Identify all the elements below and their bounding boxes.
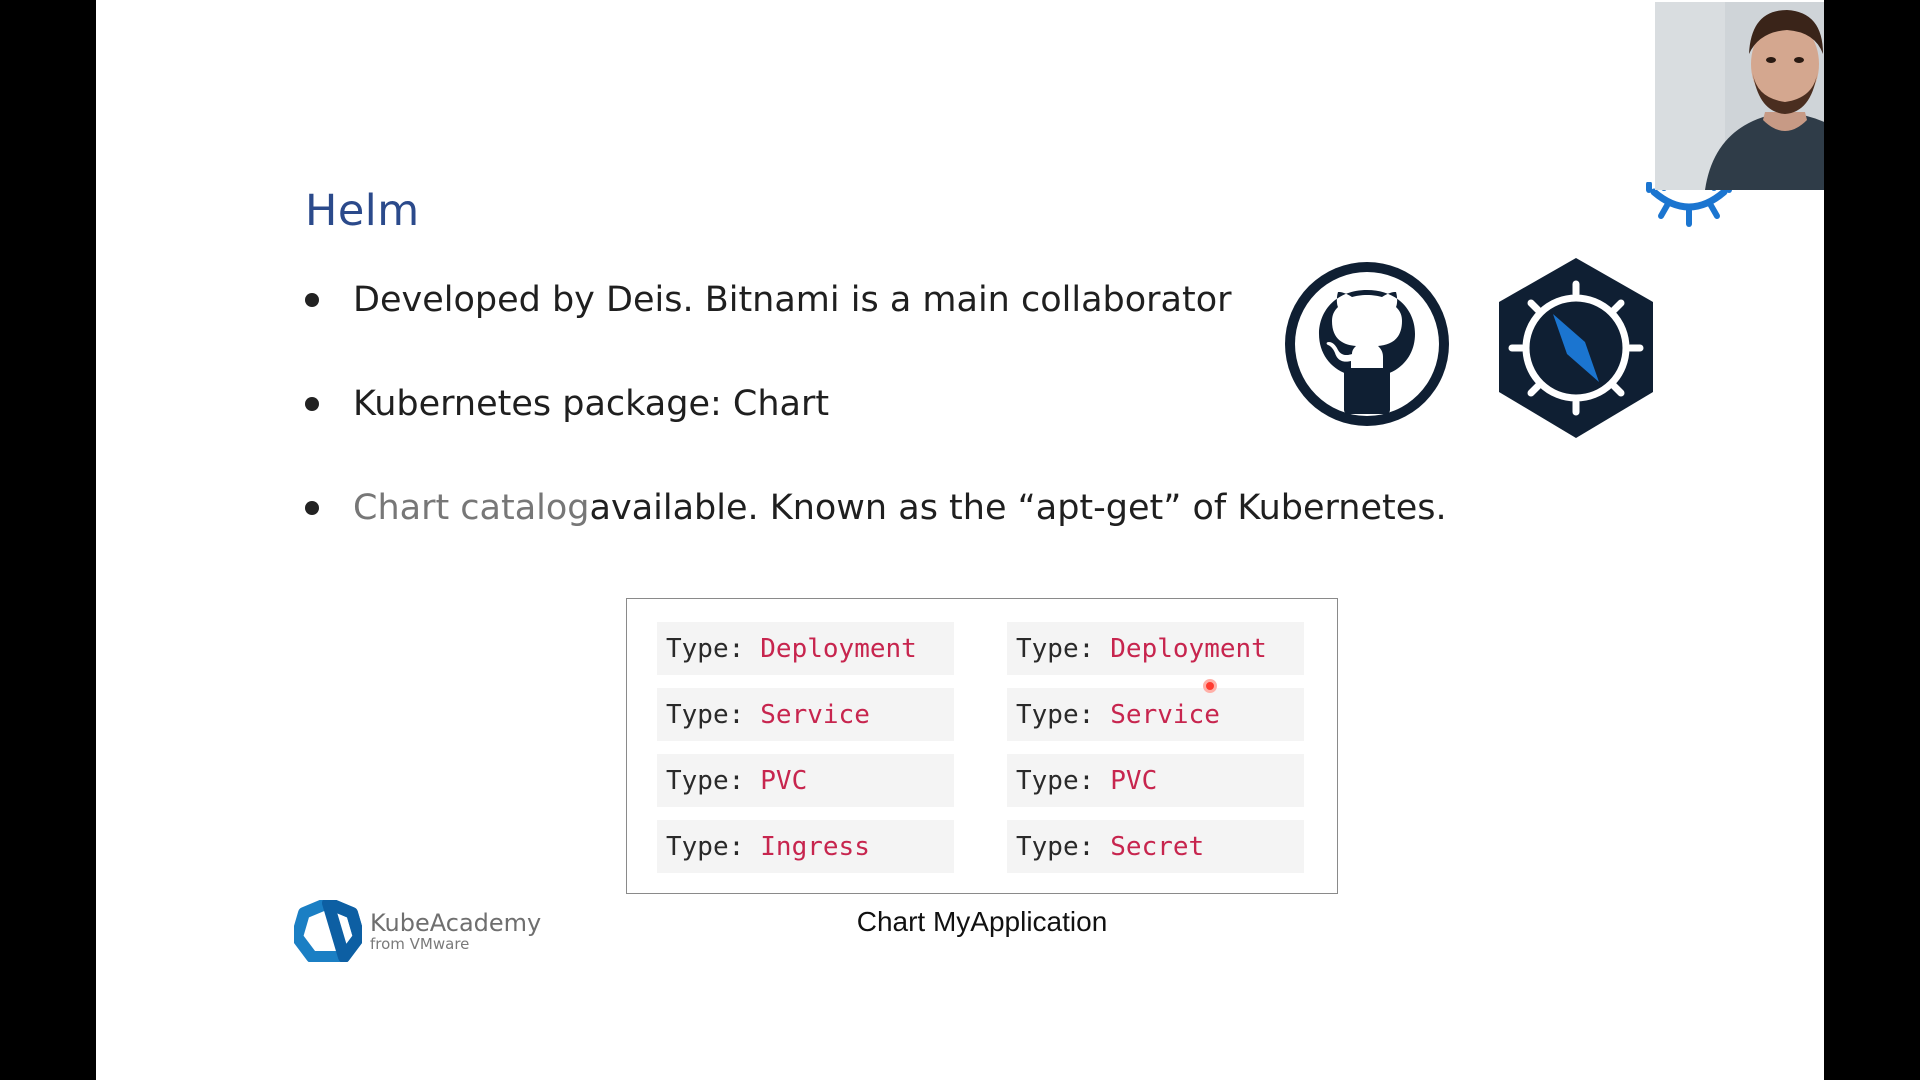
bullet-item: Chart catalog available. Known as the “a… — [305, 478, 1447, 538]
type-value: Deployment — [1110, 633, 1267, 664]
chart-left-column: Type: Deployment Type: Service Type: PVC Ty… — [657, 622, 954, 886]
bullet-text: Developed by Deis. Bitnami is a main col… — [353, 280, 1232, 320]
bullet-text: available. Known as the “apt-get” of Kub… — [589, 488, 1447, 528]
type-key: Type: — [666, 699, 745, 730]
kubeacademy-brand: KubeAcademy from VMware — [294, 900, 541, 962]
type-value: Deployment — [760, 633, 917, 664]
webcam-feed — [1655, 2, 1824, 190]
brand-text: KubeAcademy from VMware — [370, 910, 541, 952]
type-key: Type: — [666, 633, 745, 664]
slide: Helm Developed by Deis. Bitnami is a mai… — [96, 0, 1824, 1080]
type-key: Type: — [666, 765, 745, 796]
chart-right-column: Type: Deployment Type: Service Type: PVC Ty… — [1007, 622, 1304, 886]
brand-name: KubeAcademy — [370, 909, 542, 937]
bullet-dot-icon — [305, 397, 319, 411]
bullet-item: Kubernetes package: Chart — [305, 374, 829, 434]
bullet-dot-icon — [305, 501, 319, 515]
chart-row: Type: Ingress — [657, 820, 954, 873]
slide-title: Helm — [305, 186, 420, 236]
brand-subtitle: from VMware — [370, 935, 470, 953]
type-value: PVC — [1110, 765, 1158, 796]
type-key: Type: — [1016, 633, 1095, 664]
type-value: Service — [760, 699, 870, 730]
type-key: Type: — [1016, 699, 1095, 730]
chart-row: Type: PVC — [1007, 754, 1304, 807]
type-value: PVC — [760, 765, 808, 796]
kubeacademy-heptagon-icon — [294, 900, 362, 962]
chart-caption: Chart MyApplication — [856, 906, 1108, 937]
chart-catalog-link[interactable]: Chart catalog — [353, 488, 590, 528]
chart-row: Type: Deployment — [1007, 622, 1304, 675]
github-octocat-icon — [1285, 262, 1449, 426]
chart-row: Type: Service — [1007, 688, 1304, 741]
type-key: Type: — [1016, 831, 1095, 862]
chart-row: Type: PVC — [657, 754, 954, 807]
bullet-text: Kubernetes package: Chart — [353, 384, 830, 424]
type-value: Secret — [1110, 831, 1205, 862]
bullet-item: Developed by Deis. Bitnami is a main col… — [305, 270, 1232, 330]
type-key: Type: — [1016, 765, 1095, 796]
bullet-dot-icon — [305, 293, 319, 307]
chart-row: Type: Deployment — [657, 622, 954, 675]
helm-compass-icon — [1499, 258, 1653, 438]
chart-row: Type: Secret — [1007, 820, 1304, 873]
type-value: Service — [1110, 699, 1220, 730]
chart-row: Type: Service — [657, 688, 954, 741]
type-key: Type: — [666, 831, 745, 862]
chart-box: Type: Deployment Type: Service Type: PVC Ty… — [626, 598, 1338, 894]
type-value: Ingress — [760, 831, 870, 862]
presenter-video-image — [1655, 2, 1824, 190]
pointer-cursor-icon — [1203, 679, 1217, 693]
